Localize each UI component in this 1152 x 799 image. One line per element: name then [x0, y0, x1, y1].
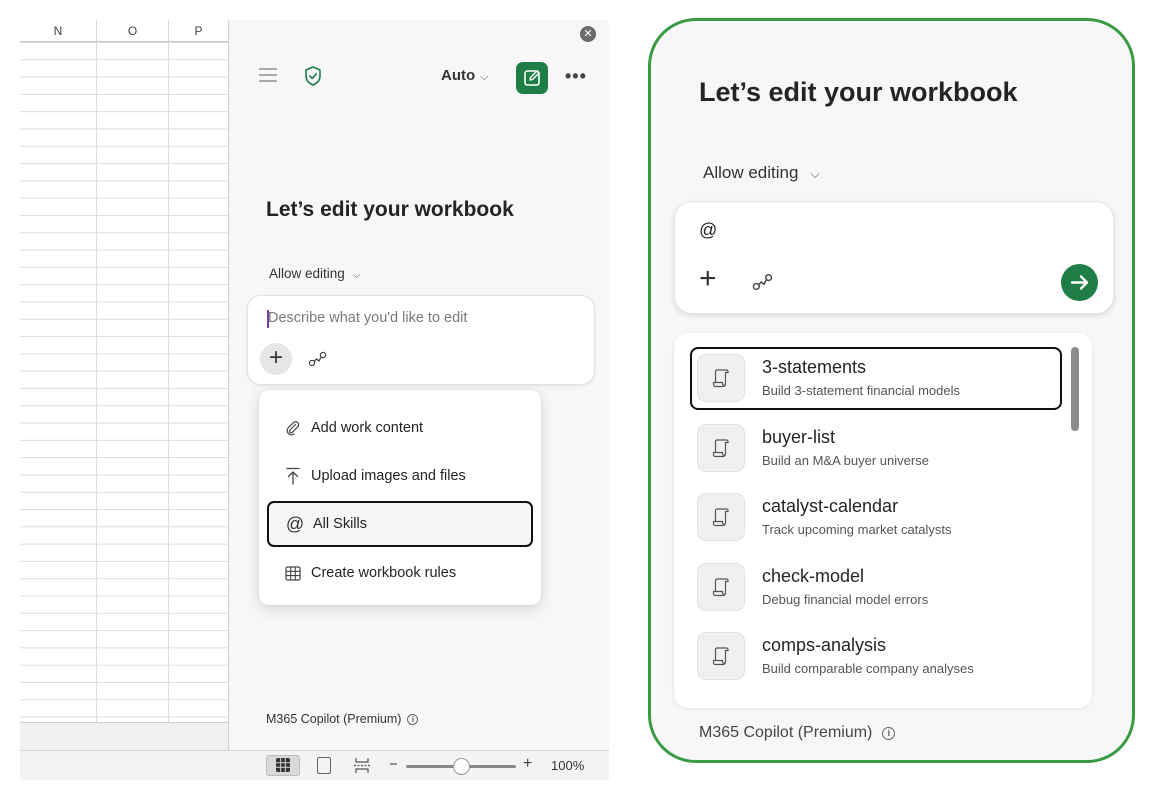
allow-editing-label: Allow editing [269, 266, 345, 281]
skill-script-icon [697, 562, 745, 611]
skill-name: 3-statements [762, 357, 867, 377]
sheet-tab-bar [20, 722, 228, 750]
send-button[interactable] [1061, 264, 1098, 301]
zoom-in-button[interactable]: + [523, 755, 532, 773]
skill-description: Build an M&A buyer universe [762, 452, 929, 468]
skill-item-comps-analysis[interactable]: comps-analysis Build comparable company a… [690, 625, 1062, 688]
skill-item-check-model[interactable]: check-model Debug financial model errors [690, 556, 1062, 619]
chevron-down-icon: ⌵ [352, 270, 361, 281]
skill-item-catalyst-calendar[interactable]: catalyst-calendar Track upcoming market c… [690, 486, 1062, 549]
skill-description: Build comparable company analyses [762, 661, 974, 676]
skill-description: Build 3-statement financial models [762, 383, 960, 398]
menu-item-label: Upload images and files [311, 468, 466, 484]
menu-item-add-work-content[interactable]: Add work content [267, 405, 533, 451]
prompt-card: Describe what you'd like to edit + [247, 295, 595, 385]
skill-name: buyer-list [762, 426, 836, 447]
skill-script-icon [697, 423, 745, 472]
info-icon[interactable]: i [882, 727, 896, 740]
grid-view-icon [276, 758, 290, 772]
skill-script-icon [697, 632, 745, 680]
page-break-view-icon[interactable] [353, 757, 371, 774]
skill-script-icon [697, 354, 745, 402]
page-title: Let’s edit your workbook [266, 198, 514, 221]
skill-script-icon [697, 493, 745, 541]
zoom-out-button[interactable]: − [389, 756, 398, 773]
menu-item-label: Add work content [311, 420, 424, 436]
skills-icon[interactable] [751, 272, 775, 292]
hamburger-menu-icon[interactable] [259, 68, 277, 82]
info-icon[interactable]: i [407, 714, 419, 725]
add-content-button[interactable]: + [699, 264, 717, 294]
add-content-menu: Add work content Upload images and files… [259, 390, 541, 605]
normal-view-button[interactable] [266, 755, 300, 776]
spreadsheet-grid: N O P [20, 20, 228, 750]
skills-icon[interactable] [308, 350, 328, 368]
add-content-button[interactable]: + [260, 343, 292, 375]
prompt-card: @ + [674, 201, 1114, 314]
allow-editing-dropdown[interactable]: Allow editing ⌵ [269, 266, 360, 281]
menu-item-label: Create workbook rules [311, 565, 457, 581]
skill-item-3-statements[interactable]: 3-statements Build 3-statement financial … [690, 347, 1062, 410]
more-options-button[interactable]: ••• [565, 66, 587, 87]
model-footer: M365 Copilot (Premium) i [699, 724, 896, 742]
at-icon: @ [285, 514, 305, 534]
column-header-o[interactable]: O [97, 20, 169, 42]
model-label: M365 Copilot (Premium) [699, 724, 873, 741]
chevron-down-icon: ⌵ [810, 167, 820, 181]
mode-label: Auto [441, 67, 476, 84]
skill-name: catalyst-calendar [762, 496, 899, 516]
allow-editing-label: Allow editing [703, 163, 799, 182]
allow-editing-dropdown[interactable]: Allow editing ⌵ [703, 163, 820, 183]
prompt-input[interactable]: @ [699, 220, 717, 241]
cell-grid[interactable] [20, 42, 228, 722]
paperclip-icon [283, 405, 303, 451]
skill-description: Debug financial model errors [762, 591, 929, 607]
menu-item-all-skills[interactable]: @ All Skills [267, 501, 533, 547]
excel-window: N O P ✕ Auto ⌵ ••• Let’s edit your workbo… [20, 20, 609, 780]
zoom-level[interactable]: 100% [551, 758, 584, 773]
shield-check-icon[interactable] [304, 66, 322, 86]
page-layout-view-icon[interactable] [317, 757, 331, 774]
skill-name: check-model [762, 565, 865, 586]
skills-list: 3-statements Build 3-statement financial … [674, 333, 1092, 708]
menu-item-create-workbook-rules[interactable]: Create workbook rules [267, 550, 533, 596]
menu-item-label: All Skills [313, 516, 367, 532]
zoomed-skills-panel: Let’s edit your workbook Allow editing ⌵ … [648, 18, 1135, 763]
arrow-right-icon [1070, 275, 1089, 290]
copilot-pane: ✕ Auto ⌵ ••• Let’s edit your workbook All… [228, 20, 609, 750]
model-footer: M365 Copilot (Premium) i [266, 712, 419, 726]
status-bar: − + 100% [20, 750, 609, 780]
compose-icon [524, 70, 540, 86]
page-title: Let’s edit your workbook [699, 77, 1018, 107]
new-chat-button[interactable] [516, 62, 548, 94]
model-label: M365 Copilot (Premium) [266, 712, 402, 726]
menu-item-upload-images-and-files[interactable]: Upload images and files [267, 453, 533, 499]
close-pane-button[interactable]: ✕ [580, 26, 596, 42]
mode-dropdown[interactable]: Auto ⌵ [441, 67, 489, 84]
column-header-n[interactable]: N [20, 20, 97, 42]
zoom-slider-thumb[interactable] [453, 758, 470, 775]
skill-item-buyer-list[interactable]: buyer-list Build an M&A buyer universe [690, 417, 1062, 480]
chevron-down-icon: ⌵ [480, 71, 489, 83]
skill-name: comps-analysis [762, 635, 887, 655]
scrollbar-thumb[interactable] [1071, 347, 1079, 431]
prompt-input[interactable]: Describe what you'd like to edit [268, 310, 467, 326]
skill-description: Track upcoming market catalysts [762, 522, 952, 537]
table-icon [283, 550, 303, 596]
upload-icon [283, 453, 303, 499]
column-header-p[interactable]: P [169, 20, 228, 42]
